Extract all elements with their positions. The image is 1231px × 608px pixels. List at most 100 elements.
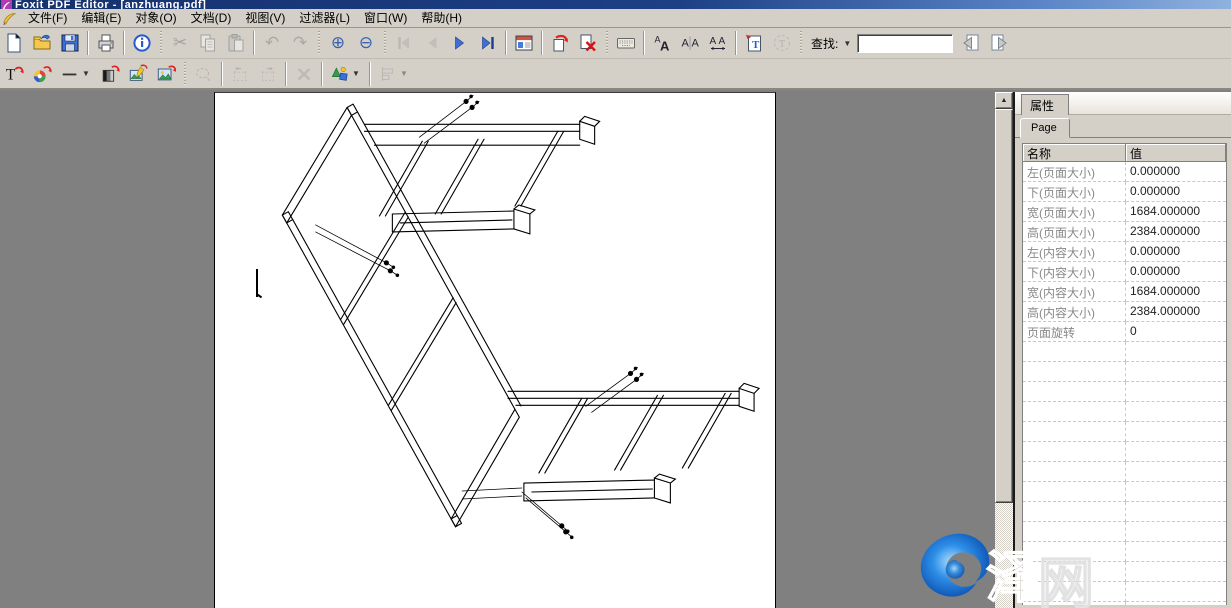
replace-font-button[interactable]: AA [649,30,675,56]
rotatepage-icon [550,33,570,53]
new-document-button[interactable] [1,30,27,56]
toolbar-grip[interactable] [183,62,187,86]
text-select-button[interactable]: T [769,30,795,56]
char-spacing-button[interactable]: AA [705,30,731,56]
add-image-button[interactable] [153,61,179,87]
redo-button[interactable]: ↷ [287,30,313,56]
property-value [1126,482,1226,502]
property-row[interactable]: 宽(页面大小)1684.000000 [1023,202,1226,222]
tab-page[interactable]: Page [1020,118,1070,138]
property-value[interactable]: 0 [1126,322,1226,342]
copy-button[interactable] [195,30,221,56]
property-row-empty [1023,522,1226,542]
menu-item-8[interactable]: 帮助(H) [414,8,469,28]
rotobjl-icon [230,64,250,84]
line-tool-button[interactable]: ▼ [57,61,95,87]
properties-panel-title: 属性 [1021,94,1069,117]
insert-shape-button[interactable]: ▼ [327,61,365,87]
add-text-object-button[interactable]: T [1,61,27,87]
font-size-button[interactable]: AA [677,30,703,56]
isometric-ladder-drawing[interactable] [215,93,775,608]
find-next-button[interactable] [986,30,1012,56]
column-header-value[interactable]: 值 [1126,144,1226,162]
property-row[interactable]: 左(内容大小)0.000000 [1023,242,1226,262]
toolbar-grip[interactable] [605,31,609,55]
line-tool-button-dropdown-arrow[interactable]: ▼ [80,63,92,85]
rotate-page-button[interactable] [547,30,573,56]
property-name [1023,482,1126,502]
add-color-object-button[interactable] [29,61,55,87]
property-row[interactable]: 高(页面大小)2384.000000 [1023,222,1226,242]
property-row[interactable]: 高(内容大小)2384.000000 [1023,302,1226,322]
previous-page-button[interactable] [419,30,445,56]
print-button[interactable] [93,30,119,56]
scrollbar-thumb[interactable] [995,109,1013,503]
toolbar-grip[interactable] [799,31,803,55]
property-value[interactable]: 1684.000000 [1126,202,1226,222]
addcolor-icon [32,64,52,84]
property-value[interactable]: 0.000000 [1126,242,1226,262]
find-input-wrapper [857,34,953,53]
menu-item-5[interactable]: 视图(V) [238,8,292,28]
property-row[interactable]: 页面旋转0 [1023,322,1226,342]
keyboard-button[interactable] [613,30,639,56]
vertical-scrollbar[interactable]: ▲ [995,92,1013,608]
menu-item-6[interactable]: 过滤器(L) [292,8,357,28]
property-value[interactable]: 0.000000 [1126,162,1226,182]
zoom-out-button[interactable]: ⊖ [353,30,379,56]
property-value[interactable]: 2384.000000 [1126,302,1226,322]
next-page-button[interactable] [447,30,473,56]
delete-page-button[interactable] [575,30,601,56]
menu-item-3[interactable]: 对象(O) [128,8,183,28]
edit-image-button[interactable] [125,61,151,87]
toolbar-grip[interactable] [317,31,321,55]
menu-item-2[interactable]: 编辑(E) [74,8,128,28]
zoom-in-button[interactable]: ⊕ [325,30,351,56]
menu-item-7[interactable]: 窗口(W) [357,8,414,28]
first-page-button[interactable] [391,30,417,56]
add-shading-object-button[interactable] [97,61,123,87]
scroll-up-button[interactable]: ▲ [995,92,1013,109]
save-button[interactable] [57,30,83,56]
insert-text-button[interactable]: T [741,30,767,56]
undo-button[interactable]: ↶ [259,30,285,56]
insert-shape-button-dropdown-arrow[interactable]: ▼ [350,63,362,85]
toolbar-grip[interactable] [159,31,163,55]
rotate-object-right-button[interactable] [255,61,281,87]
find-previous-button[interactable] [958,30,984,56]
open-button[interactable] [29,30,55,56]
property-row[interactable]: 下(内容大小)0.000000 [1023,262,1226,282]
property-value[interactable]: 2384.000000 [1126,222,1226,242]
svg-text:A: A [660,39,670,54]
properties-tab-bar: Page [1015,115,1231,139]
column-header-name[interactable]: 名称 [1023,144,1126,162]
property-row[interactable]: 左(页面大小)0.000000 [1023,162,1226,182]
undo-icon: ↶ [265,35,279,52]
rotate-object-left-button[interactable] [227,61,253,87]
pdf-page[interactable] [214,92,776,608]
property-row[interactable]: 下(页面大小)0.000000 [1023,182,1226,202]
page-layout-button[interactable] [511,30,537,56]
menu-item-4[interactable]: 文档(D) [184,8,239,28]
property-value[interactable]: 0.000000 [1126,262,1226,282]
paste-button[interactable] [223,30,249,56]
last-page-button[interactable] [475,30,501,56]
document-info-button[interactable] [129,30,155,56]
toolbar-separator [505,31,507,55]
cut-button[interactable]: ✂ [167,30,193,56]
property-row[interactable]: 宽(内容大小)1684.000000 [1023,282,1226,302]
lasso-select-button[interactable] [191,61,217,87]
property-name [1023,582,1126,602]
property-value[interactable]: 0.000000 [1126,182,1226,202]
findnext-icon [989,33,1009,53]
find-options-arrow[interactable]: ▼ [841,32,853,54]
align-objects-button-dropdown-arrow[interactable]: ▼ [398,63,410,85]
menu-item-1[interactable]: 文件(F) [21,8,74,28]
property-name: 宽(页面大小) [1023,202,1126,222]
property-value[interactable]: 1684.000000 [1126,282,1226,302]
align-objects-button[interactable]: ▼ [375,61,413,87]
delete-object-button[interactable] [291,61,317,87]
text-cursor-mark [256,269,258,297]
find-input[interactable] [858,35,952,52]
toolbar-grip[interactable] [383,31,387,55]
